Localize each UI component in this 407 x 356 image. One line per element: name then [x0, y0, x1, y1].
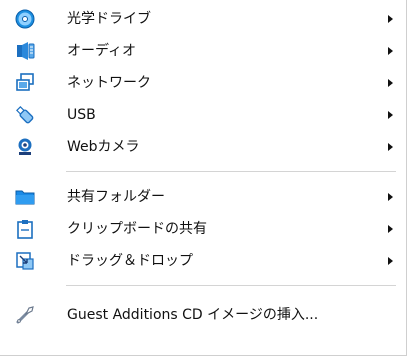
- menu-separator: [66, 171, 396, 172]
- menu-item-drag-drop[interactable]: ドラッグ＆ドロップ: [0, 245, 405, 277]
- shared-folder-icon: [14, 186, 36, 208]
- submenu-arrow-icon: [388, 257, 393, 265]
- submenu-arrow-icon: [388, 47, 393, 55]
- submenu-arrow-icon: [388, 111, 393, 119]
- optical-drive-icon: [14, 8, 36, 30]
- guest-additions-icon: [14, 304, 36, 326]
- webcam-icon: [14, 136, 36, 158]
- menu-item-optical-drive[interactable]: 光学ドライブ: [0, 3, 405, 35]
- menu-item-shared-folder[interactable]: 共有フォルダー: [0, 181, 405, 213]
- menu-separator: [66, 285, 396, 286]
- menu-item-label: ネットワーク: [67, 75, 151, 91]
- submenu-arrow-icon: [388, 193, 393, 201]
- audio-icon: [14, 40, 36, 62]
- menu-item-clipboard[interactable]: クリップボードの共有: [0, 213, 405, 245]
- submenu-arrow-icon: [388, 143, 393, 151]
- submenu-arrow-icon: [388, 225, 393, 233]
- menu-item-label: 共有フォルダー: [67, 189, 165, 205]
- menu-item-label: Webカメラ: [67, 139, 140, 155]
- menu-item-label: クリップボードの共有: [67, 221, 207, 237]
- submenu-arrow-icon: [388, 15, 393, 23]
- clipboard-icon: [14, 218, 36, 240]
- menu-item-webcam[interactable]: Webカメラ: [0, 131, 405, 163]
- menu-item-label: Guest Additions CD イメージの挿入...: [67, 307, 319, 323]
- devices-menu: 光学ドライブ オーディオ ネットワーク USB Webカメラ 共有フォルダー ク…: [0, 0, 407, 356]
- menu-item-usb[interactable]: USB: [0, 99, 405, 131]
- menu-item-insert-guest-additions[interactable]: Guest Additions CD イメージの挿入...: [0, 299, 405, 331]
- menu-item-label: ドラッグ＆ドロップ: [67, 253, 193, 269]
- menu-item-network[interactable]: ネットワーク: [0, 67, 405, 99]
- menu-item-label: 光学ドライブ: [67, 11, 151, 27]
- menu-item-audio[interactable]: オーディオ: [0, 35, 405, 67]
- submenu-arrow-icon: [388, 79, 393, 87]
- usb-icon: [14, 104, 36, 126]
- drag-drop-icon: [14, 250, 36, 272]
- menu-item-label: USB: [67, 107, 96, 123]
- network-icon: [14, 72, 36, 94]
- menu-item-label: オーディオ: [67, 43, 137, 59]
